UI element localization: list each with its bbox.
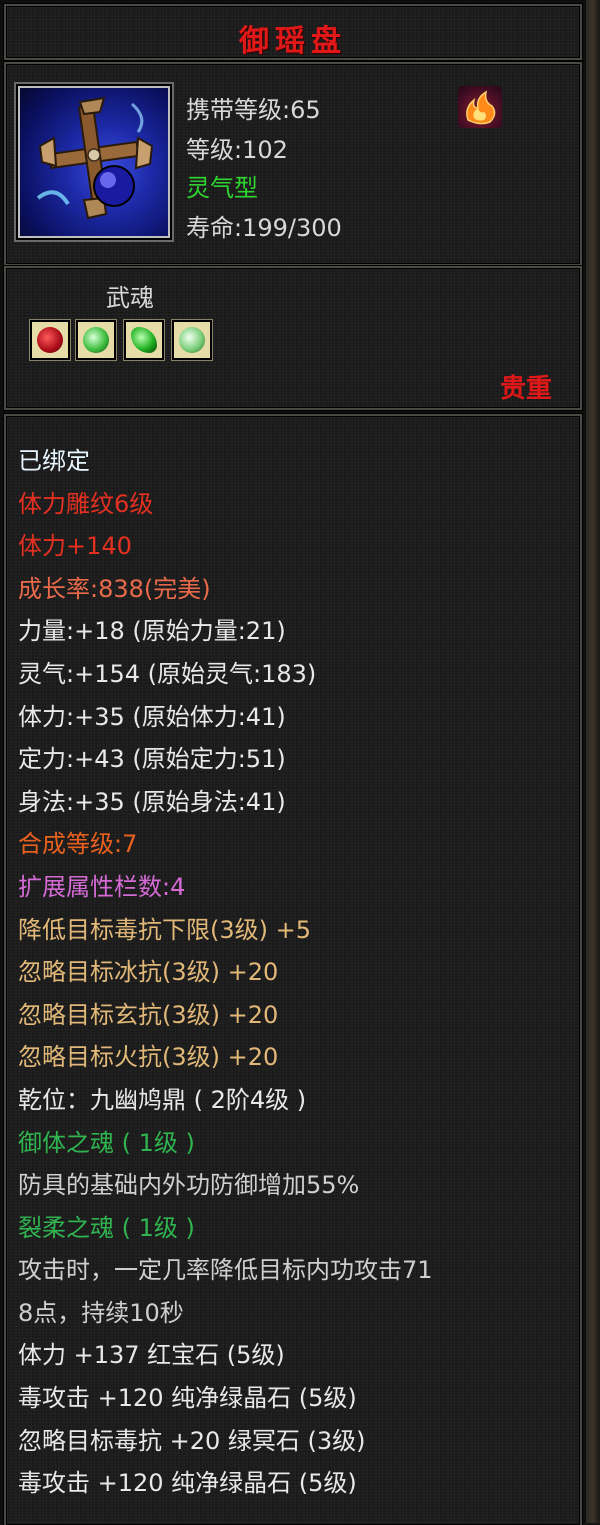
attribute-line: 忽略目标火抗(3级) +20: [18, 1043, 279, 1072]
background-window-edge: [586, 0, 600, 1523]
attribute-line: 忽略目标冰抗(3级) +20: [18, 958, 279, 987]
attribute-line: 毒攻击 +120 纯净绿晶石 (5级): [18, 1469, 357, 1498]
attribute-line: 合成等级:7: [18, 830, 138, 859]
attribute-line: 身法:+35 (原始身法:41): [18, 787, 286, 816]
attribute-line: 定力:+43 (原始定力:51): [18, 745, 286, 774]
attribute-line: 裂柔之魂 ( 1级 ): [18, 1213, 195, 1242]
red-gem-icon: [37, 327, 63, 353]
attribute-line: 忽略目标玄抗(3级) +20: [18, 1000, 279, 1029]
item-lifespan: 寿命:199/300: [186, 214, 342, 242]
martial-soul-label: 武魂: [106, 284, 154, 312]
attribute-line: 成长率:838(完美): [18, 574, 211, 603]
soul-slot-green-crystal[interactable]: [76, 320, 116, 360]
item-level: 等级:102: [186, 136, 288, 164]
attribute-line: 8点，持续10秒: [18, 1298, 184, 1327]
attribute-line: 扩展属性栏数:4: [18, 872, 186, 901]
attributes-panel: 已绑定体力雕纹6级 体力+140 成长率:838(完美) 力量:+18 (原始力量:2…: [4, 414, 582, 1525]
rarity-label: 贵重: [499, 374, 552, 404]
attribute-line: 已绑定: [18, 447, 90, 475]
attribute-line: 降低目标毒抗下限(3级) +5: [18, 915, 312, 944]
soul-slot-red-gem[interactable]: [30, 320, 70, 360]
attribute-line: 体力雕纹6级: [18, 489, 154, 518]
attribute-line: 体力 +137 红宝石 (5级): [18, 1341, 285, 1370]
item-header-panel: 携带等级:65 等级:102 灵气型 寿命:199/300: [4, 62, 582, 266]
item-name: 御瑶盘: [239, 24, 347, 59]
attribute-line: 御体之魂 ( 1级 ): [18, 1128, 195, 1157]
item-type: 灵气型: [186, 174, 258, 202]
attribute-line: 体力:+35 (原始体力:41): [18, 702, 286, 731]
fire-icon: [458, 86, 502, 128]
attribute-line: 毒攻击 +120 纯净绿晶石 (5级): [18, 1384, 357, 1413]
attribute-line: 攻击时，一定几率降低目标内功攻击71: [18, 1256, 433, 1285]
attribute-line: 灵气:+154 (原始灵气:183): [18, 659, 317, 688]
pale-green-crystal-icon: [179, 327, 205, 353]
soul-slot-pale-green-crystal[interactable]: [172, 320, 212, 360]
martial-soul-panel: 武魂 贵重: [4, 266, 582, 410]
green-crystal-icon: [83, 327, 109, 353]
attribute-list: 已绑定体力雕纹6级 体力+140 成长率:838(完美) 力量:+18 (原始力量:2…: [18, 440, 570, 1505]
green-leaf-gem-icon: [131, 327, 157, 353]
item-tooltip: 御瑶盘 携带等级:65 等级:102 灵气型 寿命:199/300 武魂 贵重 …: [0, 0, 600, 1525]
attribute-line: 乾位：九幽鸠鼎 ( 2阶4级 ): [18, 1085, 307, 1114]
attribute-line: 忽略目标毒抗 +20 绿冥石 (3级): [18, 1426, 366, 1455]
attribute-line: 防具的基础内外功防御增加55%: [18, 1171, 360, 1200]
soul-slot-green-leaf-gem[interactable]: [124, 320, 164, 360]
crossed-blades-orb-icon: [18, 86, 170, 238]
attribute-line: 力量:+18 (原始力量:21): [18, 617, 286, 646]
title-panel: 御瑶盘: [4, 4, 582, 60]
carry-level: 携带等级:65: [186, 96, 321, 124]
attribute-line: 体力+140: [18, 532, 132, 561]
